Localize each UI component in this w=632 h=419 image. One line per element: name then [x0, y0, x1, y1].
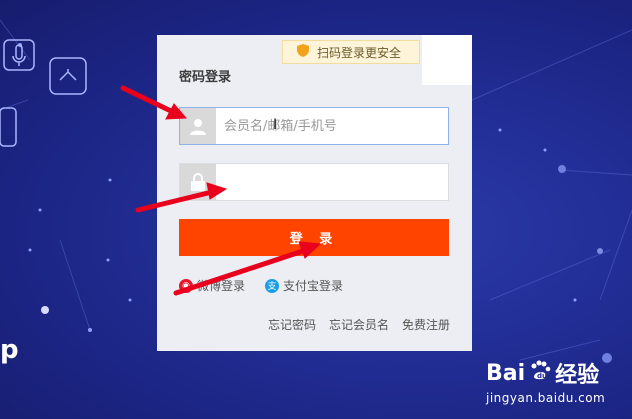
login-title: 密码登录: [179, 70, 232, 85]
shield-icon: [297, 44, 309, 60]
qr-code-toggle[interactable]: [422, 35, 472, 85]
qr-login-tip[interactable]: 扫码登录更安全: [282, 40, 420, 64]
svg-text:du: du: [537, 372, 547, 380]
forgot-password-link[interactable]: 忘记密码: [268, 316, 316, 333]
login-button[interactable]: 登 录: [179, 219, 449, 256]
paw-icon: du: [528, 358, 552, 388]
username-input[interactable]: [216, 108, 448, 144]
weibo-login-label: 微博登录: [197, 279, 246, 293]
qr-tip-text: 扫码登录更安全: [317, 45, 402, 60]
weibo-icon: ◉: [179, 278, 193, 293]
watermark-brand: Bai: [486, 360, 526, 386]
alipay-icon: 支: [265, 278, 279, 293]
account-links: 忘记密码 忘记会员名 免费注册: [268, 316, 450, 333]
login-card: 扫码登录更安全 密码登录 I 登 录 ◉ 微博登录 支 支付宝登录 忘记密码: [157, 35, 472, 351]
alipay-login-link[interactable]: 支 支付宝登录: [265, 277, 343, 294]
password-input[interactable]: [216, 164, 448, 200]
baidu-jingyan-watermark: Bai du 经验 jingyan.baidu.com: [486, 357, 605, 405]
weibo-login-link[interactable]: ◉ 微博登录: [179, 277, 245, 294]
alipay-login-label: 支付宝登录: [283, 279, 344, 293]
user-icon: [180, 108, 216, 144]
register-link[interactable]: 免费注册: [402, 316, 450, 333]
forgot-username-link[interactable]: 忘记会员名: [329, 316, 389, 333]
password-field: [179, 163, 449, 201]
username-field: I: [179, 107, 449, 145]
watermark-url: jingyan.baidu.com: [486, 391, 606, 405]
lock-icon: [180, 164, 216, 200]
text-cursor-icon: I: [273, 117, 278, 133]
svg-text:p: p: [0, 335, 19, 365]
watermark-suffix: 经验: [555, 363, 600, 388]
